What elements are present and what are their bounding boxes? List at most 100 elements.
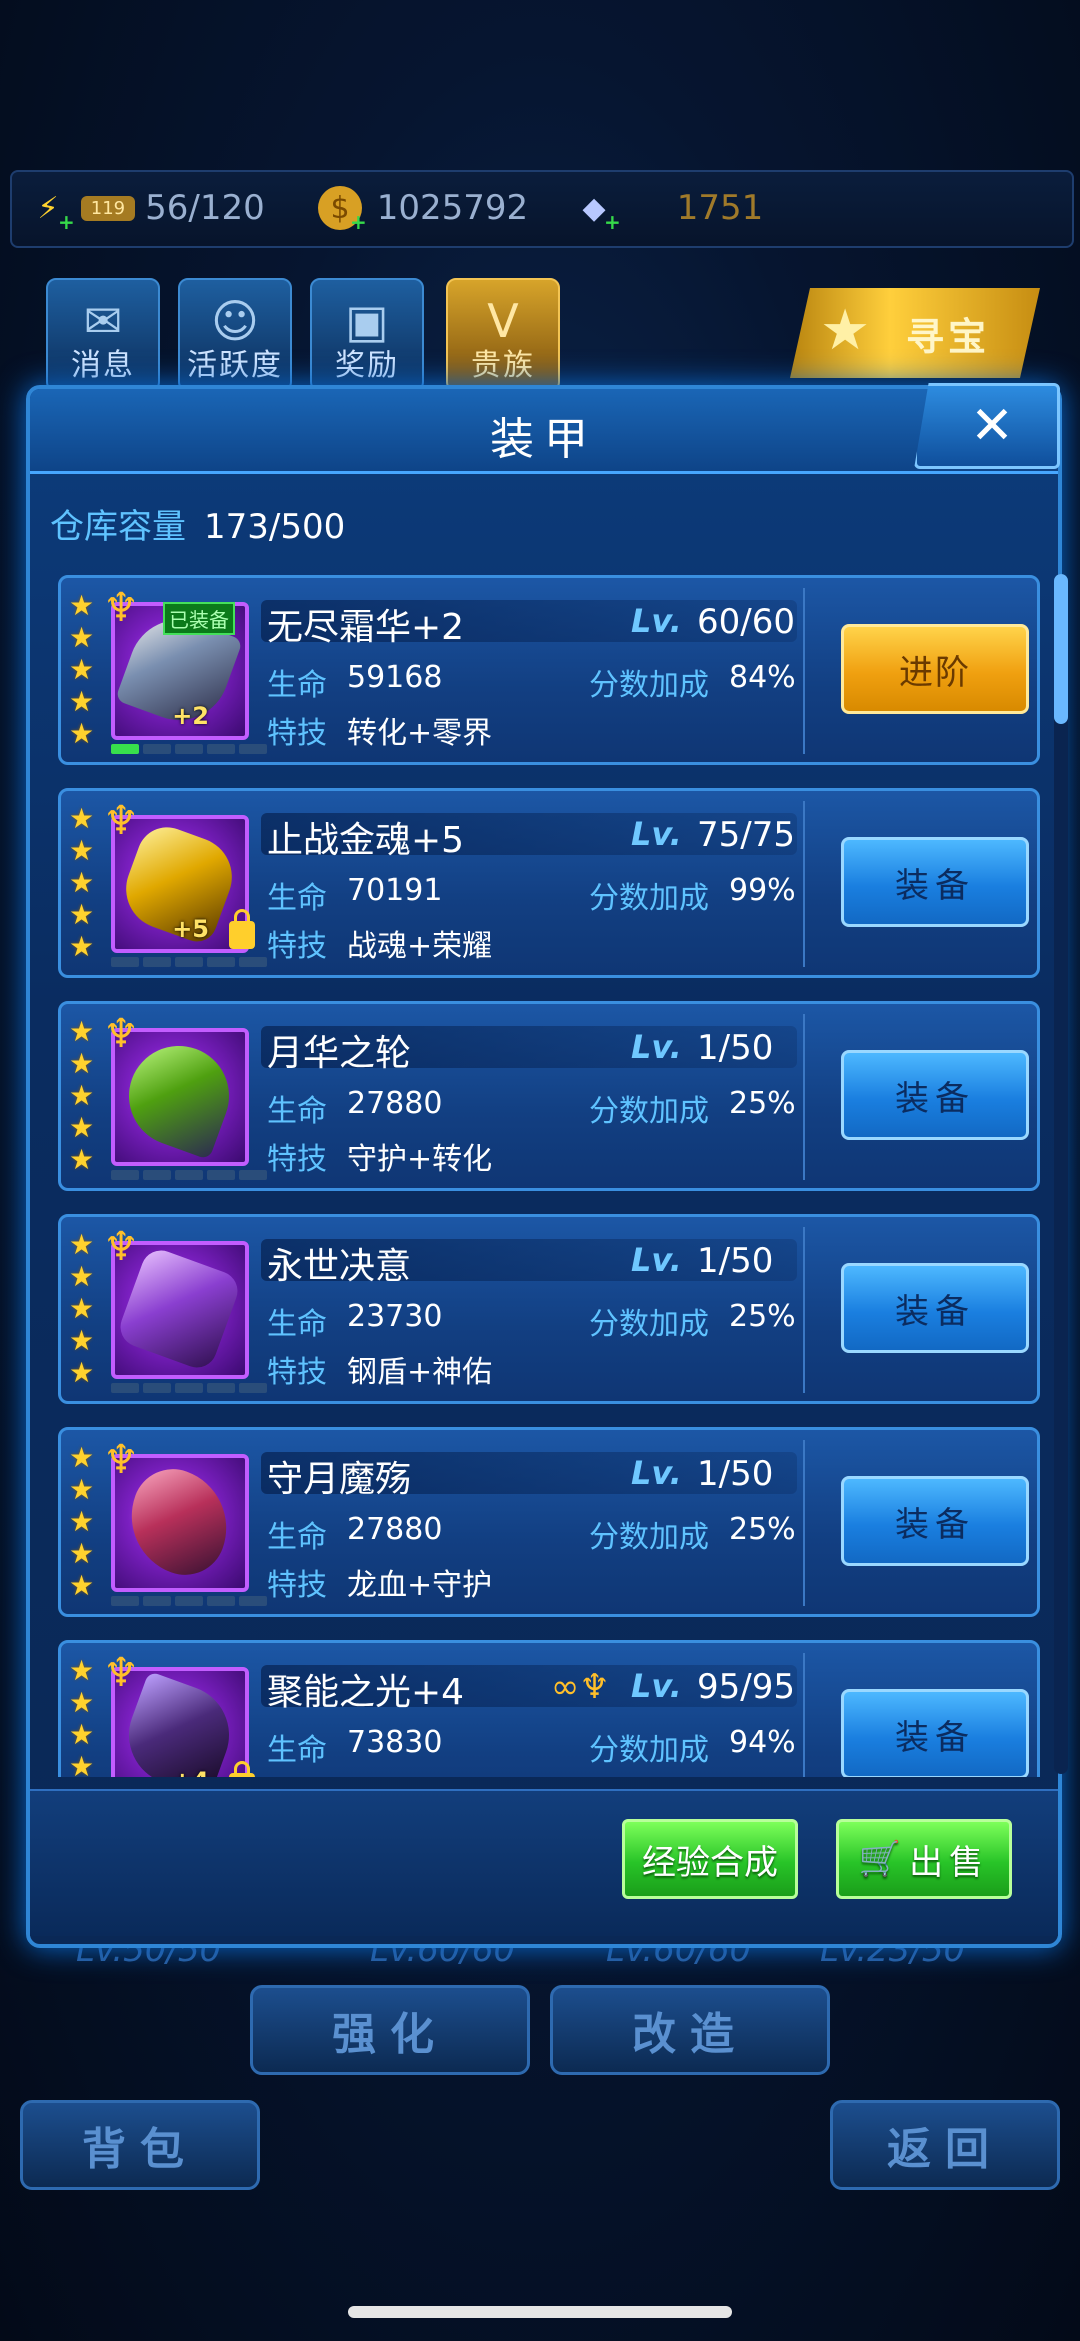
star-icon: ★: [69, 1441, 95, 1474]
hp-value: 70191: [347, 873, 443, 908]
hp-label: 生命: [267, 668, 327, 703]
upgrade-pip: [175, 1596, 203, 1606]
modify-button[interactable]: 改造: [550, 1985, 830, 2075]
armor-name: 永世决意: [267, 1246, 412, 1287]
rank-emblem-icon: ♆: [103, 585, 139, 631]
bonus-value: 84%: [729, 660, 796, 695]
link-emblem-icon: ∞♆: [551, 1667, 610, 1707]
armor-card[interactable]: ★ ★ ★ ★ ★ ♆ 月华之轮 Lv. 1/50 生命 27880 分数加成 25% 特技 守护+转化 装备: [58, 1001, 1040, 1191]
star-icon: ★: [69, 1260, 95, 1293]
bag-button[interactable]: 背包: [20, 2100, 260, 2190]
bonus-label: 分数加成: [589, 1094, 709, 1129]
skill-label: 特技: [267, 716, 327, 751]
armor-card[interactable]: ★ ★ ★ ★ ★ ♆ +5 止战金魂+5 Lv. 75/75 生命 70191 分数加成 99% 特技 战魂…: [58, 788, 1040, 978]
upgrade-pip: [111, 1170, 139, 1180]
close-button[interactable]: ✕: [914, 383, 1060, 469]
star-icon: ★: [69, 1143, 95, 1176]
enhance-button[interactable]: 强化: [250, 1985, 530, 2075]
upgrade-pip: [207, 1170, 235, 1180]
star-icon: ★: [69, 1686, 95, 1719]
skill-label: 特技: [267, 929, 327, 964]
card-divider: [803, 588, 805, 754]
noble-button[interactable]: V 贵族: [446, 278, 560, 392]
capacity-value: 173/500: [204, 507, 346, 547]
star-rating: ★★★★★: [69, 805, 94, 961]
energy-resource[interactable]: ⚡ + 119 56/120: [26, 182, 265, 234]
activity-button[interactable]: ☺ 活跃度: [178, 278, 292, 392]
modal-title: 装甲: [490, 414, 598, 465]
rewards-button[interactable]: ▣ 奖励: [310, 278, 424, 392]
add-gem-icon[interactable]: +: [604, 210, 621, 234]
treasure-hunt-button[interactable]: ★ 寻宝: [790, 288, 1040, 378]
equip-button[interactable]: 装备: [841, 837, 1029, 927]
exp-merge-button[interactable]: 经验合成: [622, 1819, 798, 1899]
sell-button[interactable]: 🛒 出售: [836, 1819, 1012, 1899]
add-gold-icon[interactable]: +: [350, 210, 367, 234]
equip-button[interactable]: 装备: [841, 1050, 1029, 1140]
armor-card[interactable]: ★ ★ ★ ★ ★ ♆ +2 已装备 无尽霜华+2 Lv. 60/60 生命 59168 分数加成 84% 特…: [58, 575, 1040, 765]
upgrade-pip: [239, 1596, 267, 1606]
upgrade-pips: [111, 957, 267, 967]
add-energy-icon[interactable]: +: [58, 210, 75, 234]
equip-button[interactable]: 装备: [841, 1476, 1029, 1566]
star-icon: ★: [69, 834, 95, 867]
star-icon: ★: [69, 653, 95, 686]
lv-value: 95/95: [697, 1667, 795, 1707]
plus-level: +4: [172, 1767, 209, 1777]
equip-button[interactable]: 装备: [841, 1689, 1029, 1777]
lock-icon: [229, 909, 255, 949]
upgrade-pips: [111, 1170, 267, 1180]
skill-value: 钢盾+神佑: [347, 1355, 493, 1390]
star-icon: ★: [69, 1047, 95, 1080]
lv-label: Lv.: [631, 1667, 682, 1705]
bonus-label: 分数加成: [589, 668, 709, 703]
bonus-value: 99%: [729, 873, 796, 908]
upgrade-pip: [175, 1170, 203, 1180]
star-icon: ★: [69, 802, 95, 835]
armor-card[interactable]: ★★★★★ ♆ +4 聚能之光+4 ∞♆ Lv. 95/95 生命 73830 分数加成 94% 特技…: [58, 1640, 1040, 1777]
plus-level: +2: [172, 702, 209, 730]
upgrade-pip: [207, 957, 235, 967]
star-rating: ★★★★★: [69, 1444, 94, 1600]
energy-value: 56/120: [145, 188, 265, 228]
lv-value: 75/75: [697, 815, 795, 855]
list-scrollbar[interactable]: [1054, 574, 1068, 1774]
back-button[interactable]: 返回: [830, 2100, 1060, 2190]
home-indicator[interactable]: [348, 2306, 732, 2318]
gold-value: 1025792: [376, 188, 529, 228]
upgrade-pip: [207, 744, 235, 754]
lv-label: Lv.: [631, 1241, 682, 1279]
upgrade-pip: [239, 957, 267, 967]
advance-button[interactable]: 进阶: [841, 624, 1029, 714]
armor-card[interactable]: ★ ★ ★ ★ ★ ♆ 守月魔殇 Lv. 1/50 生命 27880 分数加成 25% 特技 龙血+守护 装备: [58, 1427, 1040, 1617]
bonus-value: 25%: [729, 1512, 796, 1547]
star-icon: ★: [69, 1356, 95, 1389]
skill-label: 特技: [267, 1568, 327, 1603]
star-icon: ★: [69, 1473, 95, 1506]
hp-label: 生命: [267, 1094, 327, 1129]
lv-label: Lv.: [631, 1454, 682, 1492]
card-divider: [803, 1440, 805, 1606]
upgrade-pip: [111, 1383, 139, 1393]
armor-card[interactable]: ★ ★ ★ ★ ★ ♆ 永世决意 Lv. 1/50 生命 23730 分数加成 25% 特技 钢盾+神佑 装备: [58, 1214, 1040, 1404]
hp-value: 59168: [347, 660, 443, 695]
scroll-thumb[interactable]: [1054, 574, 1068, 724]
energy-level-badge: 119: [80, 195, 136, 221]
hp-value: 73830: [347, 1725, 443, 1760]
skill-value: 守护+转化: [347, 1142, 493, 1177]
equip-button[interactable]: 装备: [841, 1263, 1029, 1353]
upgrade-pip: [175, 744, 203, 754]
gold-resource[interactable]: $ + 1025792: [318, 182, 528, 234]
upgrade-pip: [143, 744, 171, 754]
gem-resource[interactable]: ◆ + 1751: [572, 182, 763, 234]
skill-label: 特技: [267, 1355, 327, 1390]
upgrade-pip: [239, 1170, 267, 1180]
messages-button[interactable]: ✉ 消息: [46, 278, 160, 392]
hp-label: 生命: [267, 1520, 327, 1555]
hp-label: 生命: [267, 881, 327, 916]
upgrade-pips: [111, 744, 267, 754]
star-icon: ★: [69, 930, 95, 963]
armor-list: ★ ★ ★ ★ ★ ♆ +2 已装备 无尽霜华+2 Lv. 60/60 生命 59168 分数加成 84% 特…: [50, 567, 1050, 1777]
card-divider: [803, 801, 805, 967]
lv-value: 60/60: [697, 602, 795, 642]
